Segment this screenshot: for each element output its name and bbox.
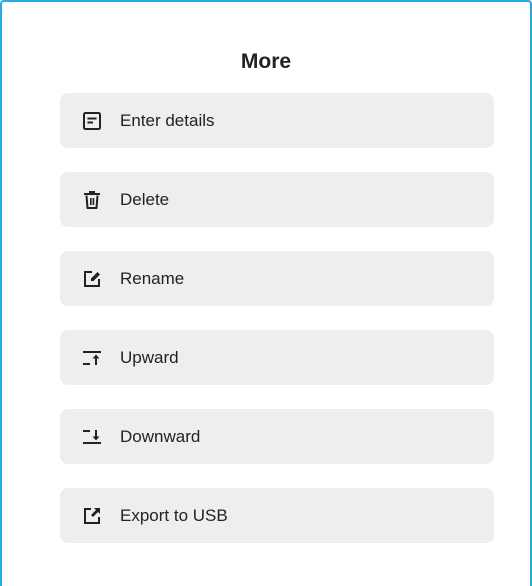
delete-label: Delete xyxy=(120,189,170,209)
delete-button[interactable]: Delete xyxy=(60,172,494,227)
export-to-usb-label: Export to USB xyxy=(120,505,228,525)
enter-details-label: Enter details xyxy=(120,110,215,130)
details-icon xyxy=(82,111,102,131)
downward-button[interactable]: Downward xyxy=(60,409,494,464)
edit-icon xyxy=(82,269,102,289)
enter-details-button[interactable]: Enter details xyxy=(60,93,494,148)
trash-icon xyxy=(82,190,102,210)
export-icon xyxy=(82,506,102,526)
export-to-usb-button[interactable]: Export to USB xyxy=(60,488,494,543)
downward-label: Downward xyxy=(120,426,201,446)
rename-button[interactable]: Rename xyxy=(60,251,494,306)
move-up-icon xyxy=(82,348,102,368)
move-down-icon xyxy=(82,427,102,447)
rename-label: Rename xyxy=(120,268,185,288)
upward-label: Upward xyxy=(120,347,179,367)
more-dialog: More Enter details Delete Rename Upward … xyxy=(0,0,532,586)
more-menu: Enter details Delete Rename Upward Downw… xyxy=(60,93,494,567)
dialog-title: More xyxy=(240,50,292,73)
upward-button[interactable]: Upward xyxy=(60,330,494,385)
